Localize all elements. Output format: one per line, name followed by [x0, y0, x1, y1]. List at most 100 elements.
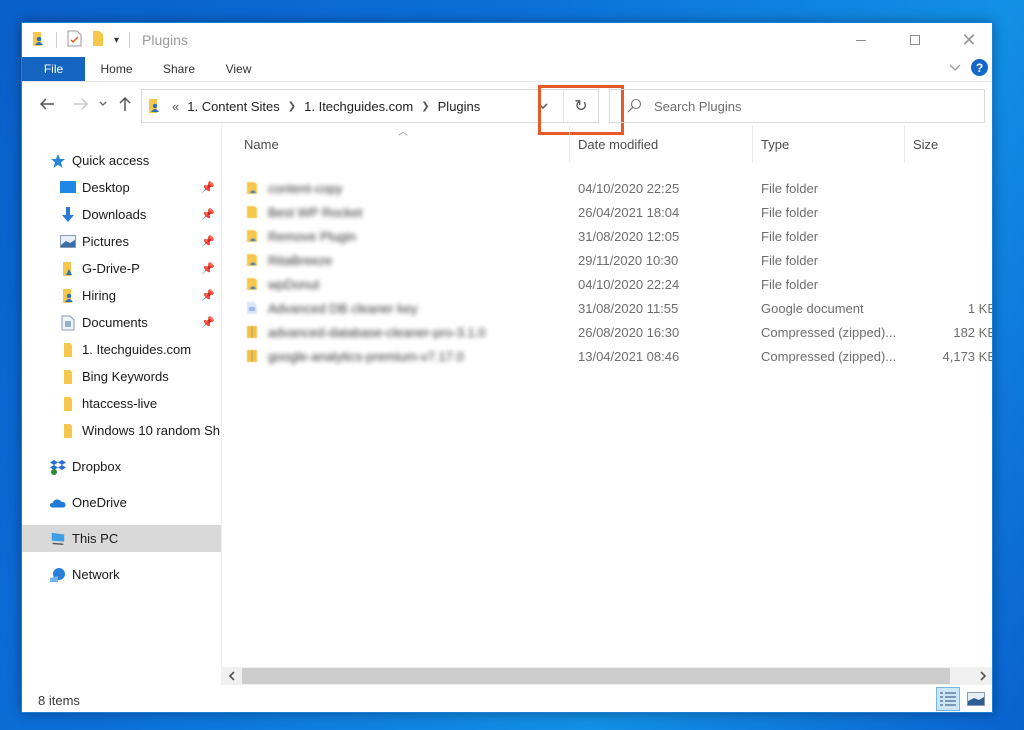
new-folder-icon[interactable] — [92, 30, 104, 50]
properties-icon[interactable] — [67, 30, 82, 50]
folder-icon — [60, 369, 76, 385]
sidebar-item-onedrive[interactable]: OneDrive — [22, 489, 221, 516]
file-name-cell[interactable]: advanced-database-cleaner-pro-3.1.0 — [246, 320, 486, 344]
sidebar-item-documents[interactable]: Documents 📌 — [22, 309, 221, 336]
file-row[interactable]: RitaBreeze 29/11/2020 10:30 File folder — [222, 248, 992, 272]
horizontal-scrollbar[interactable] — [222, 667, 992, 685]
column-header-size[interactable]: Size — [904, 125, 992, 163]
tab-view[interactable]: View — [210, 57, 267, 81]
file-type: File folder — [761, 180, 819, 196]
file-size — [912, 224, 992, 248]
minimize-button[interactable] — [838, 23, 884, 57]
chevron-left-icon — [228, 671, 235, 681]
close-icon: ✕ — [961, 29, 977, 50]
help-icon[interactable]: ? — [971, 59, 988, 76]
expand-ribbon-icon[interactable] — [949, 61, 961, 75]
file-row[interactable]: content-copy 04/10/2020 22:25 File folder — [222, 176, 992, 200]
sidebar-item-quick-access[interactable]: Quick access — [22, 147, 221, 174]
tab-share[interactable]: Share — [148, 57, 210, 81]
scroll-right-button[interactable] — [974, 667, 992, 685]
details-view-button[interactable] — [936, 687, 960, 711]
folder-user-icon[interactable] — [32, 30, 46, 51]
file-name-cell[interactable]: wpDonut — [246, 272, 319, 296]
large-icons-view-button[interactable] — [964, 687, 988, 711]
pin-icon[interactable]: 📌 — [201, 208, 215, 221]
refresh-icon: ↻ — [574, 98, 588, 115]
sidebar-item-label: Dropbox — [72, 459, 122, 474]
item-count: 8 items — [38, 692, 80, 708]
date-modified: 13/04/2021 08:46 — [578, 348, 680, 364]
tab-home[interactable]: Home — [85, 57, 148, 81]
file-size — [912, 248, 992, 272]
file-name-cell[interactable]: content-copy — [246, 176, 342, 200]
sidebar-item-desktop[interactable]: Desktop 📌 — [22, 174, 221, 201]
sidebar-item-g-drive-p[interactable]: G-Drive-P 📌 — [22, 255, 221, 282]
search-input[interactable] — [654, 98, 954, 114]
tab-file[interactable]: File — [22, 57, 85, 81]
column-header-label: Date modified — [578, 136, 659, 152]
date-modified: 26/08/2020 16:30 — [578, 324, 680, 340]
file-name: Advanced DB cleaner key — [268, 300, 418, 316]
file-row[interactable]: advanced-database-cleaner-pro-3.1.0 26/08… — [222, 320, 992, 344]
breadcrumb-separator-icon[interactable]: ❯ — [417, 101, 433, 112]
date-modified: 04/10/2020 22:24 — [578, 276, 680, 292]
sidebar-item-downloads[interactable]: Downloads 📌 — [22, 201, 221, 228]
column-header-date-modified[interactable]: Date modified — [569, 125, 752, 163]
recent-locations-button[interactable] — [94, 91, 112, 117]
pin-icon[interactable]: 📌 — [201, 316, 215, 329]
file-type: Google document — [761, 300, 864, 316]
sidebar-item-hiring[interactable]: Hiring 📌 — [22, 282, 221, 309]
file-name-cell[interactable]: google-analytics-premium-v7.17.0 — [246, 344, 464, 368]
sidebar-item-windows-10-random[interactable]: Windows 10 random Sh — [22, 417, 221, 444]
pin-icon[interactable]: 📌 — [201, 181, 215, 194]
details-view-icon — [940, 692, 956, 706]
breadcrumb-itechguides[interactable]: 1. Itechguides.com — [300, 99, 417, 114]
pictures-icon — [60, 234, 76, 250]
pin-icon[interactable]: 📌 — [201, 262, 215, 275]
file-row[interactable]: Advanced DB cleaner key 31/08/2020 11:55 G… — [222, 296, 992, 320]
breadcrumb-plugins[interactable]: Plugins — [434, 99, 485, 114]
file-name-cell[interactable]: Advanced DB cleaner key — [246, 296, 418, 320]
column-header-type[interactable]: Type — [752, 125, 904, 163]
file-row[interactable]: Best WP Rocket 26/04/2021 18:04 File folde… — [222, 200, 992, 224]
up-button[interactable] — [112, 91, 138, 117]
file-name-cell[interactable]: RitaBreeze — [246, 248, 332, 272]
sidebar-item-network[interactable]: Network — [22, 561, 221, 588]
file-row[interactable]: Remove Plugin 31/08/2020 12:05 File folder — [222, 224, 992, 248]
maximize-button[interactable] — [892, 23, 938, 57]
file-row[interactable]: wpDonut 04/10/2020 22:24 File folder — [222, 272, 992, 296]
sidebar-item-label: G-Drive-P — [82, 261, 140, 276]
zip-icon — [246, 325, 258, 339]
file-type: File folder — [761, 204, 819, 220]
address-history-dropdown[interactable] — [529, 90, 557, 122]
sidebar-item-label: 1. Itechguides.com — [82, 342, 192, 357]
back-button[interactable] — [34, 91, 60, 117]
scroll-left-button[interactable] — [222, 667, 240, 685]
scrollbar-thumb[interactable] — [242, 668, 950, 684]
address-bar[interactable]: « 1. Content Sites ❯ 1. Itechguides.com … — [141, 85, 624, 135]
file-row[interactable]: google-analytics-premium-v7.17.0 13/04/20… — [222, 344, 992, 368]
sidebar-item-pictures[interactable]: Pictures 📌 — [22, 228, 221, 255]
sidebar-item-label: Hiring — [82, 288, 116, 303]
breadcrumb-content-sites[interactable]: 1. Content Sites — [183, 99, 284, 114]
chevron-down-icon — [99, 101, 107, 106]
sidebar-item-dropbox[interactable]: Dropbox — [22, 453, 221, 480]
pin-icon[interactable]: 📌 — [201, 289, 215, 302]
sidebar-item-htaccess-live[interactable]: htaccess-live — [22, 390, 221, 417]
sidebar-item-bing-keywords[interactable]: Bing Keywords — [22, 363, 221, 390]
folder-icon — [60, 396, 76, 412]
refresh-button[interactable]: ↻ — [563, 90, 598, 122]
breadcrumb-overflow[interactable]: « — [168, 99, 183, 114]
sidebar-item-itechguides[interactable]: 1. Itechguides.com — [22, 336, 221, 363]
sidebar-item-this-pc[interactable]: This PC — [22, 525, 221, 552]
breadcrumb-separator-icon[interactable]: ❯ — [284, 101, 300, 112]
forward-button[interactable] — [68, 91, 94, 117]
date-modified: 26/04/2021 18:04 — [578, 204, 680, 220]
search-icon — [626, 98, 642, 114]
pin-icon[interactable]: 📌 — [201, 235, 215, 248]
file-name-cell[interactable]: Remove Plugin — [246, 224, 356, 248]
close-button[interactable]: ✕ — [946, 23, 992, 57]
customize-toolbar-dropdown[interactable]: ▾ — [114, 35, 119, 46]
column-header-name[interactable]: Name — [236, 125, 568, 163]
file-name-cell[interactable]: Best WP Rocket — [246, 200, 362, 224]
